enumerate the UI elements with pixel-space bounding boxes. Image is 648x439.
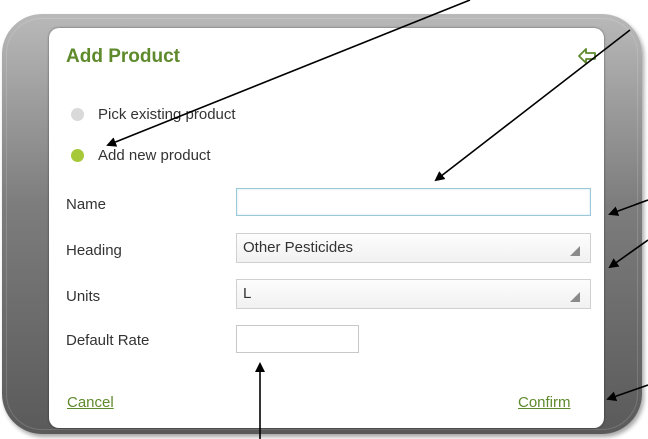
heading-label: Heading: [66, 242, 122, 259]
radio-label-pick-existing: Pick existing product: [98, 105, 236, 123]
units-label: Units: [66, 288, 101, 305]
units-select[interactable]: L: [236, 279, 591, 309]
radio-pick-existing[interactable]: Pick existing product: [71, 102, 236, 126]
name-label: Name: [66, 196, 107, 213]
heading-select[interactable]: Other Pesticides: [236, 233, 591, 263]
units-select-value: L: [243, 285, 252, 302]
default-rate-label: Default Rate: [66, 332, 150, 349]
dialog-title: Add Product: [66, 46, 180, 67]
dropdown-arrow-icon: [570, 246, 580, 256]
radio-add-new[interactable]: Add new product: [71, 143, 211, 167]
dropdown-arrow-icon: [570, 292, 580, 302]
back-arrow-icon[interactable]: [578, 48, 596, 64]
confirm-button[interactable]: Confirm: [518, 394, 571, 411]
name-input[interactable]: [236, 188, 591, 216]
radio-label-add-new: Add new product: [98, 146, 211, 164]
cancel-button[interactable]: Cancel: [67, 394, 114, 411]
radio-button-selected[interactable]: [71, 148, 84, 162]
radio-button[interactable]: [71, 107, 84, 121]
default-rate-input[interactable]: [236, 325, 359, 353]
heading-select-value: Other Pesticides: [243, 239, 354, 256]
add-product-dialog: Add Product Pick existing product Add ne…: [49, 28, 604, 428]
